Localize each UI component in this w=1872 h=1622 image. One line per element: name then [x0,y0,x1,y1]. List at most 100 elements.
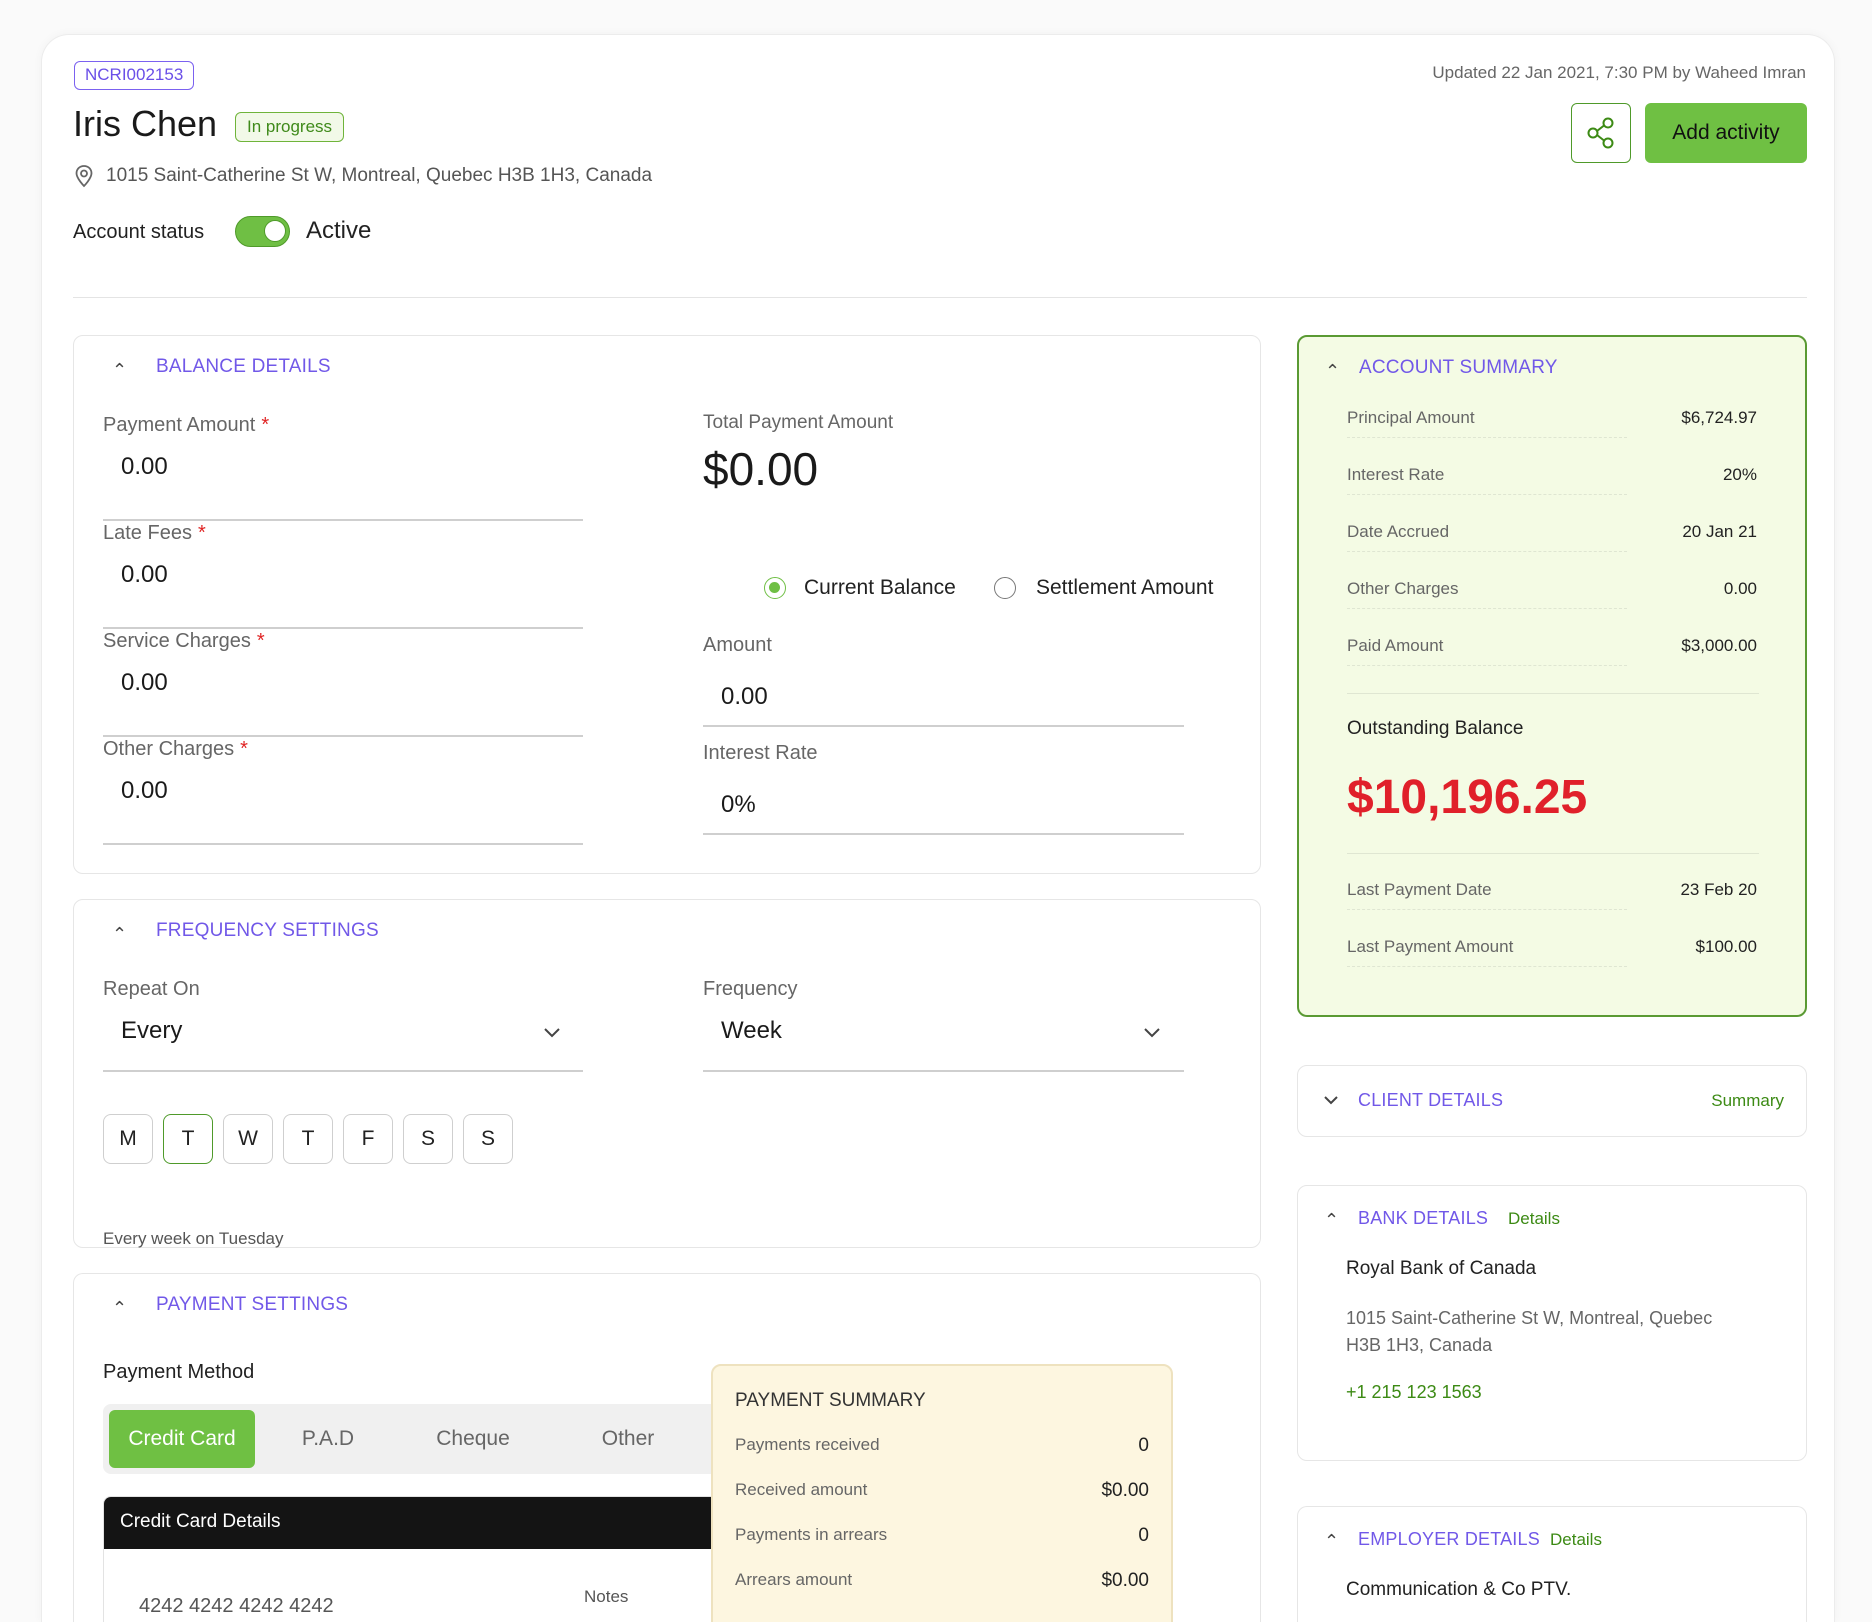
date-accrued-label: Date Accrued [1347,522,1450,541]
date-accrued-value: 20 Jan 21 [1682,522,1757,541]
status-badge: In progress [235,112,345,142]
summary-row-label: Payments in arrears [735,1525,888,1544]
day-wednesday[interactable]: W [223,1114,273,1164]
late-fees-label: Late Fees * [103,522,206,544]
interest-rate-value: 20% [1722,465,1757,484]
updated-timestamp: Updated 22 Jan 2021, 7:30 PM by Waheed I… [1432,63,1806,82]
late-fees-input[interactable]: 0.00 [121,561,168,589]
add-activity-button[interactable]: Add activity [1645,103,1807,163]
card-number-input[interactable]: 4242 4242 4242 4242 [139,1595,334,1618]
principal-amount-value: $6,724.97 [1681,408,1757,427]
bank-address-line1: 1015 Saint-Catherine St W, Montreal, Que… [1346,1308,1713,1328]
payment-amount-input[interactable]: 0.00 [121,453,168,481]
interest-rate-label: Interest Rate [1347,465,1445,484]
chevron-up-icon[interactable]: ⌃ [1324,1210,1339,1231]
frequency-note: Every week on Tuesday [103,1229,284,1248]
day-sunday[interactable]: S [463,1114,513,1164]
share-icon [1587,117,1614,149]
outstanding-balance-label: Outstanding Balance [1347,718,1524,739]
paid-amount-label: Paid Amount [1347,636,1444,655]
balance-details-panel: ⌃ BALANCE DETAILS Payment Amount * 0.00 L… [73,335,1261,874]
tab-credit-card[interactable]: Credit Card [109,1410,255,1468]
summary-divider [1347,853,1759,854]
location-pin-icon [75,165,93,188]
last-payment-amount-value: $100.00 [1695,937,1757,956]
employer-details-link[interactable]: Details [1550,1530,1602,1550]
interest-rate-input[interactable]: 0% [721,791,756,819]
chevron-down-icon[interactable] [1323,1095,1339,1106]
client-summary-link[interactable]: Summary [1711,1091,1784,1111]
employer-details-panel: ⌃ EMPLOYER DETAILS Details Communication… [1297,1506,1807,1622]
current-balance-radio[interactable] [764,577,786,599]
frequency-select[interactable]: Week [721,1017,782,1045]
frequency-settings-panel: ⌃ FREQUENCY SETTINGS Repeat On Every Fre… [73,899,1261,1248]
summary-row-label: Received amount [735,1480,868,1499]
amount-input[interactable]: 0.00 [721,683,768,711]
day-friday[interactable]: F [343,1114,393,1164]
field-underline [103,519,583,521]
account-id-badge: NCRI002153 [74,61,195,90]
payment-settings-title[interactable]: PAYMENT SETTINGS [156,1294,348,1316]
tab-cheque[interactable]: Cheque [408,1410,538,1468]
row-divider [1347,608,1627,609]
account-summary-panel: ⌃ ACCOUNT SUMMARY Principal Amount $6,72… [1297,335,1807,1017]
bank-details-title[interactable]: BANK DETAILS [1358,1208,1488,1229]
notes-label: Notes [584,1587,629,1606]
total-payment-value: $0.00 [703,443,819,495]
balance-details-title[interactable]: BALANCE DETAILS [156,356,331,378]
day-monday[interactable]: M [103,1114,153,1164]
interest-rate-label: Interest Rate [703,742,818,764]
chevron-up-icon[interactable]: ⌃ [1325,361,1340,382]
bank-details-link[interactable]: Details [1508,1209,1560,1229]
chevron-down-icon[interactable] [1143,1027,1161,1039]
chevron-up-icon[interactable]: ⌃ [112,924,127,945]
chevron-down-icon[interactable] [543,1027,561,1039]
other-charges-input[interactable]: 0.00 [121,777,168,805]
field-underline [103,843,583,845]
paid-amount-value: $3,000.00 [1681,636,1757,655]
account-status-toggle[interactable] [235,216,290,247]
share-button[interactable] [1571,103,1631,163]
field-underline [703,1070,1184,1072]
credit-card-header-title: Credit Card Details [120,1511,281,1532]
bank-phone[interactable]: +1 215 123 1563 [1346,1382,1482,1403]
summary-row-value: 0 [1138,1525,1149,1546]
row-divider [1347,966,1627,967]
frequency-label: Frequency [703,978,798,1000]
employer-name: Communication & Co PTV. [1346,1579,1572,1600]
required-mark: * [240,738,248,760]
chevron-up-icon[interactable]: ⌃ [1324,1531,1339,1552]
chevron-up-icon[interactable]: ⌃ [112,1298,127,1319]
principal-amount-label: Principal Amount [1347,408,1475,427]
toggle-knob [264,220,286,242]
chevron-up-icon[interactable]: ⌃ [112,360,127,381]
credit-card-header: Credit Card Details [104,1497,743,1549]
client-details-title[interactable]: CLIENT DETAILS [1358,1090,1503,1111]
settlement-amount-radio[interactable] [994,577,1016,599]
row-divider [1347,494,1627,495]
account-status-value: Active [306,217,372,244]
field-underline [703,725,1184,727]
service-charges-label: Service Charges * [103,630,265,652]
payment-summary-card: PAYMENT SUMMARY Payments received 0 Rece… [711,1364,1173,1622]
field-underline [103,627,583,629]
repeat-on-label: Repeat On [103,978,200,1000]
repeat-on-select[interactable]: Every [121,1017,182,1045]
settlement-amount-label[interactable]: Settlement Amount [1036,576,1213,600]
client-details-panel: CLIENT DETAILS Summary [1297,1065,1807,1137]
tab-pad[interactable]: P.A.D [273,1410,383,1468]
day-thursday[interactable]: T [283,1114,333,1164]
payment-amount-label: Payment Amount * [103,414,270,436]
current-balance-label[interactable]: Current Balance [804,576,956,600]
bank-name: Royal Bank of Canada [1346,1258,1537,1279]
employer-details-title[interactable]: EMPLOYER DETAILS [1358,1529,1540,1550]
service-charges-input[interactable]: 0.00 [121,669,168,697]
frequency-settings-title[interactable]: FREQUENCY SETTINGS [156,920,379,942]
day-saturday[interactable]: S [403,1114,453,1164]
required-mark: * [256,630,265,652]
day-tuesday[interactable]: T [163,1114,213,1164]
summary-row-value: 0 [1138,1435,1149,1456]
tab-other[interactable]: Other [563,1410,693,1468]
account-summary-title[interactable]: ACCOUNT SUMMARY [1359,357,1558,379]
row-divider [1347,551,1627,552]
